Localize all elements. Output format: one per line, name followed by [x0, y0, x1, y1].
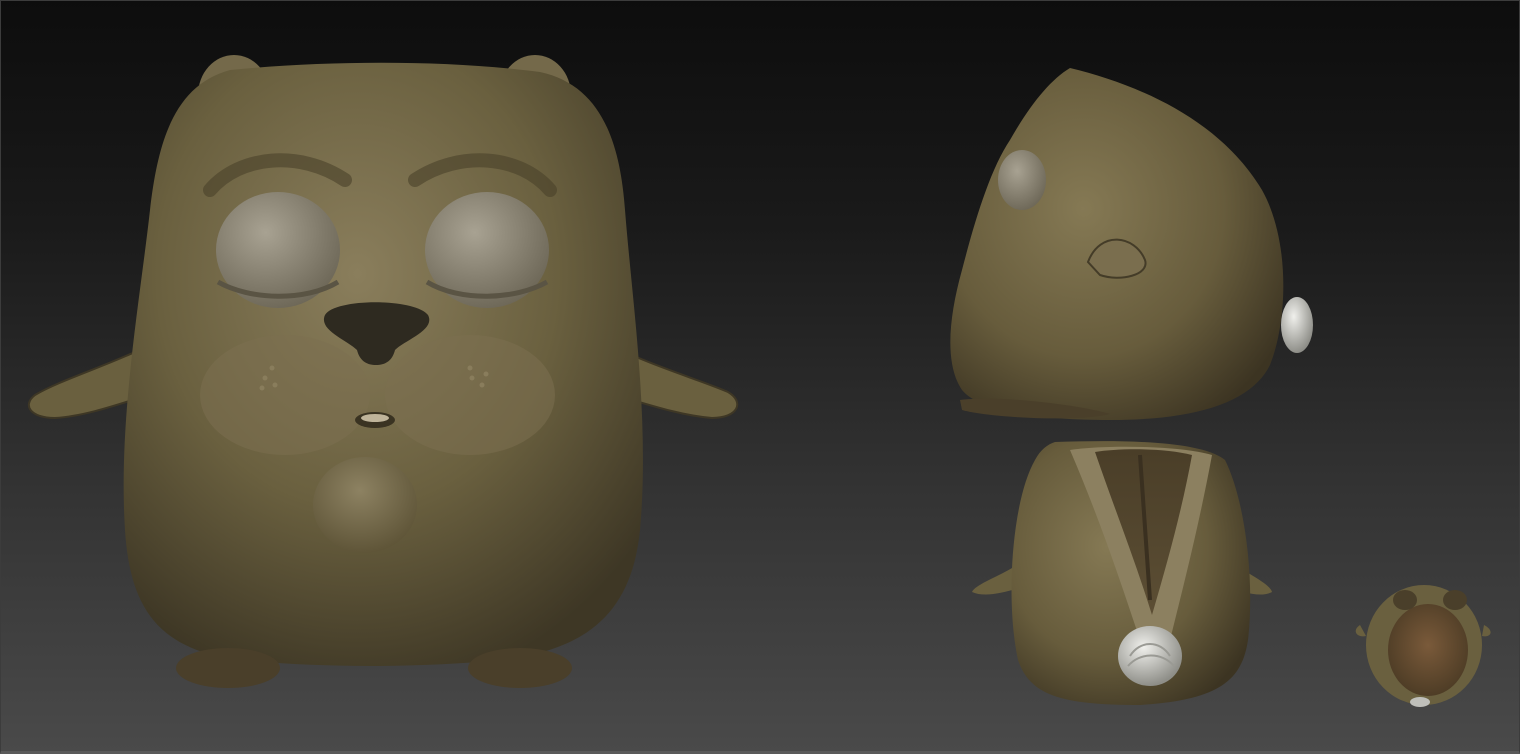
front-view: [28, 55, 739, 688]
right-foot: [468, 648, 572, 688]
side-view: [950, 68, 1313, 420]
3d-viewport[interactable]: [0, 0, 1520, 754]
belly: [313, 457, 417, 553]
model-render: [28, 55, 1491, 707]
body: [123, 62, 643, 667]
bottom-belly: [1388, 604, 1468, 696]
side-eye: [998, 150, 1046, 210]
back-view: [972, 441, 1272, 705]
bottom-view: [1355, 585, 1491, 707]
side-tail: [1281, 297, 1313, 353]
left-foot: [176, 648, 280, 688]
